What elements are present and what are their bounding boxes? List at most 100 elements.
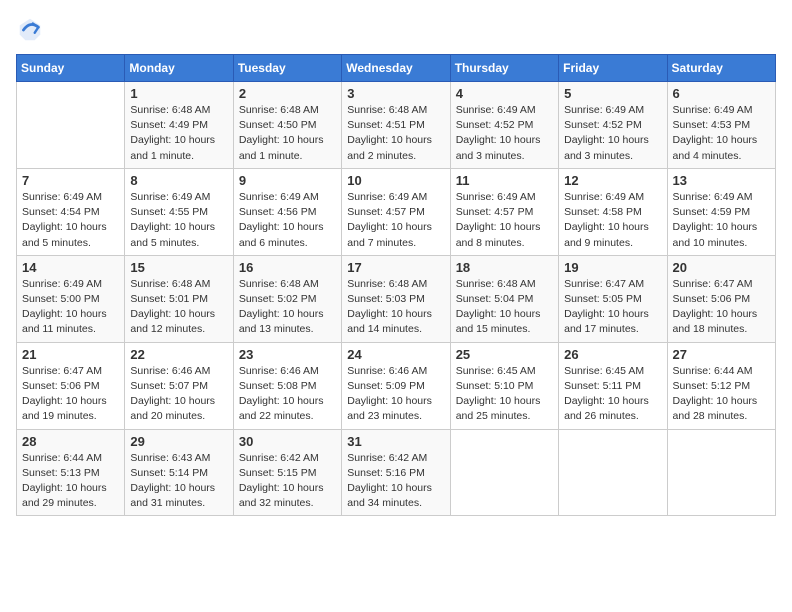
day-number: 2 <box>239 86 336 101</box>
calendar-cell <box>667 429 775 516</box>
header-day: Thursday <box>450 55 558 82</box>
day-info: Sunrise: 6:44 AM Sunset: 5:13 PM Dayligh… <box>22 451 119 512</box>
day-info: Sunrise: 6:47 AM Sunset: 5:06 PM Dayligh… <box>673 277 770 338</box>
day-info: Sunrise: 6:49 AM Sunset: 4:52 PM Dayligh… <box>564 103 661 164</box>
calendar-week-row: 28 Sunrise: 6:44 AM Sunset: 5:13 PM Dayli… <box>17 429 776 516</box>
day-info: Sunrise: 6:44 AM Sunset: 5:12 PM Dayligh… <box>673 364 770 425</box>
day-number: 11 <box>456 173 553 188</box>
calendar-cell: 5 Sunrise: 6:49 AM Sunset: 4:52 PM Daylig… <box>559 82 667 169</box>
calendar-cell <box>17 82 125 169</box>
day-info: Sunrise: 6:49 AM Sunset: 4:53 PM Dayligh… <box>673 103 770 164</box>
calendar-cell: 29 Sunrise: 6:43 AM Sunset: 5:14 PM Dayli… <box>125 429 233 516</box>
day-number: 25 <box>456 347 553 362</box>
calendar-cell: 24 Sunrise: 6:46 AM Sunset: 5:09 PM Dayli… <box>342 342 450 429</box>
day-info: Sunrise: 6:49 AM Sunset: 4:59 PM Dayligh… <box>673 190 770 251</box>
day-number: 1 <box>130 86 227 101</box>
day-info: Sunrise: 6:43 AM Sunset: 5:14 PM Dayligh… <box>130 451 227 512</box>
calendar-cell: 8 Sunrise: 6:49 AM Sunset: 4:55 PM Daylig… <box>125 168 233 255</box>
day-info: Sunrise: 6:46 AM Sunset: 5:08 PM Dayligh… <box>239 364 336 425</box>
day-info: Sunrise: 6:47 AM Sunset: 5:05 PM Dayligh… <box>564 277 661 338</box>
header-day: Tuesday <box>233 55 341 82</box>
calendar-cell: 30 Sunrise: 6:42 AM Sunset: 5:15 PM Dayli… <box>233 429 341 516</box>
calendar-cell: 22 Sunrise: 6:46 AM Sunset: 5:07 PM Dayli… <box>125 342 233 429</box>
day-info: Sunrise: 6:48 AM Sunset: 5:03 PM Dayligh… <box>347 277 444 338</box>
calendar-cell: 2 Sunrise: 6:48 AM Sunset: 4:50 PM Daylig… <box>233 82 341 169</box>
day-number: 27 <box>673 347 770 362</box>
day-number: 8 <box>130 173 227 188</box>
calendar-cell: 12Sunrise: 6:49 AM Sunset: 4:58 PM Dayli… <box>559 168 667 255</box>
header-day: Monday <box>125 55 233 82</box>
day-number: 26 <box>564 347 661 362</box>
calendar-cell: 16 Sunrise: 6:48 AM Sunset: 5:02 PM Dayli… <box>233 255 341 342</box>
calendar-cell: 14Sunrise: 6:49 AM Sunset: 5:00 PM Dayli… <box>17 255 125 342</box>
calendar-cell: 3 Sunrise: 6:48 AM Sunset: 4:51 PM Daylig… <box>342 82 450 169</box>
day-info: Sunrise: 6:49 AM Sunset: 4:56 PM Dayligh… <box>239 190 336 251</box>
day-number: 14 <box>22 260 119 275</box>
day-number: 15 <box>130 260 227 275</box>
day-number: 24 <box>347 347 444 362</box>
day-info: Sunrise: 6:48 AM Sunset: 5:01 PM Dayligh… <box>130 277 227 338</box>
day-number: 29 <box>130 434 227 449</box>
day-number: 4 <box>456 86 553 101</box>
calendar-cell <box>559 429 667 516</box>
calendar-cell: 7 Sunrise: 6:49 AM Sunset: 4:54 PM Daylig… <box>17 168 125 255</box>
day-info: Sunrise: 6:49 AM Sunset: 4:58 PM Dayligh… <box>564 190 661 251</box>
calendar-cell: 6Sunrise: 6:49 AM Sunset: 4:53 PM Daylig… <box>667 82 775 169</box>
calendar-cell: 28 Sunrise: 6:44 AM Sunset: 5:13 PM Dayli… <box>17 429 125 516</box>
day-number: 21 <box>22 347 119 362</box>
day-number: 10 <box>347 173 444 188</box>
day-info: Sunrise: 6:49 AM Sunset: 4:52 PM Dayligh… <box>456 103 553 164</box>
calendar-cell: 25Sunrise: 6:45 AM Sunset: 5:10 PM Dayli… <box>450 342 558 429</box>
header-day: Sunday <box>17 55 125 82</box>
calendar-cell <box>450 429 558 516</box>
calendar-cell: 11 Sunrise: 6:49 AM Sunset: 4:57 PM Dayli… <box>450 168 558 255</box>
day-info: Sunrise: 6:49 AM Sunset: 4:54 PM Dayligh… <box>22 190 119 251</box>
logo <box>16 16 48 44</box>
day-number: 16 <box>239 260 336 275</box>
day-info: Sunrise: 6:45 AM Sunset: 5:11 PM Dayligh… <box>564 364 661 425</box>
day-number: 30 <box>239 434 336 449</box>
calendar-cell: 23 Sunrise: 6:46 AM Sunset: 5:08 PM Dayli… <box>233 342 341 429</box>
day-number: 31 <box>347 434 444 449</box>
calendar-week-row: 7 Sunrise: 6:49 AM Sunset: 4:54 PM Daylig… <box>17 168 776 255</box>
calendar-week-row: 21 Sunrise: 6:47 AM Sunset: 5:06 PM Dayli… <box>17 342 776 429</box>
logo-icon <box>16 16 44 44</box>
calendar-cell: 4 Sunrise: 6:49 AM Sunset: 4:52 PM Daylig… <box>450 82 558 169</box>
calendar-cell: 31Sunrise: 6:42 AM Sunset: 5:16 PM Dayli… <box>342 429 450 516</box>
day-info: Sunrise: 6:47 AM Sunset: 5:06 PM Dayligh… <box>22 364 119 425</box>
day-info: Sunrise: 6:46 AM Sunset: 5:09 PM Dayligh… <box>347 364 444 425</box>
day-info: Sunrise: 6:42 AM Sunset: 5:15 PM Dayligh… <box>239 451 336 512</box>
header-day: Wednesday <box>342 55 450 82</box>
calendar-cell: 17 Sunrise: 6:48 AM Sunset: 5:03 PM Dayli… <box>342 255 450 342</box>
day-number: 23 <box>239 347 336 362</box>
header-day: Saturday <box>667 55 775 82</box>
day-info: Sunrise: 6:49 AM Sunset: 4:55 PM Dayligh… <box>130 190 227 251</box>
calendar-week-row: 1 Sunrise: 6:48 AM Sunset: 4:49 PM Daylig… <box>17 82 776 169</box>
day-number: 28 <box>22 434 119 449</box>
day-info: Sunrise: 6:48 AM Sunset: 4:51 PM Dayligh… <box>347 103 444 164</box>
day-number: 7 <box>22 173 119 188</box>
calendar-cell: 10Sunrise: 6:49 AM Sunset: 4:57 PM Dayli… <box>342 168 450 255</box>
day-info: Sunrise: 6:48 AM Sunset: 4:50 PM Dayligh… <box>239 103 336 164</box>
calendar-cell: 21 Sunrise: 6:47 AM Sunset: 5:06 PM Dayli… <box>17 342 125 429</box>
calendar-cell: 15 Sunrise: 6:48 AM Sunset: 5:01 PM Dayli… <box>125 255 233 342</box>
calendar-cell: 19 Sunrise: 6:47 AM Sunset: 5:05 PM Dayli… <box>559 255 667 342</box>
day-number: 22 <box>130 347 227 362</box>
header-day: Friday <box>559 55 667 82</box>
day-number: 20 <box>673 260 770 275</box>
calendar-cell: 27 Sunrise: 6:44 AM Sunset: 5:12 PM Dayli… <box>667 342 775 429</box>
day-number: 19 <box>564 260 661 275</box>
day-info: Sunrise: 6:48 AM Sunset: 4:49 PM Dayligh… <box>130 103 227 164</box>
page-header <box>16 16 776 44</box>
day-number: 17 <box>347 260 444 275</box>
calendar-cell: 9 Sunrise: 6:49 AM Sunset: 4:56 PM Daylig… <box>233 168 341 255</box>
day-number: 5 <box>564 86 661 101</box>
calendar-cell: 20 Sunrise: 6:47 AM Sunset: 5:06 PM Dayli… <box>667 255 775 342</box>
day-number: 9 <box>239 173 336 188</box>
day-info: Sunrise: 6:49 AM Sunset: 4:57 PM Dayligh… <box>456 190 553 251</box>
day-info: Sunrise: 6:46 AM Sunset: 5:07 PM Dayligh… <box>130 364 227 425</box>
day-info: Sunrise: 6:48 AM Sunset: 5:02 PM Dayligh… <box>239 277 336 338</box>
calendar-cell: 26 Sunrise: 6:45 AM Sunset: 5:11 PM Dayli… <box>559 342 667 429</box>
day-number: 3 <box>347 86 444 101</box>
day-number: 18 <box>456 260 553 275</box>
